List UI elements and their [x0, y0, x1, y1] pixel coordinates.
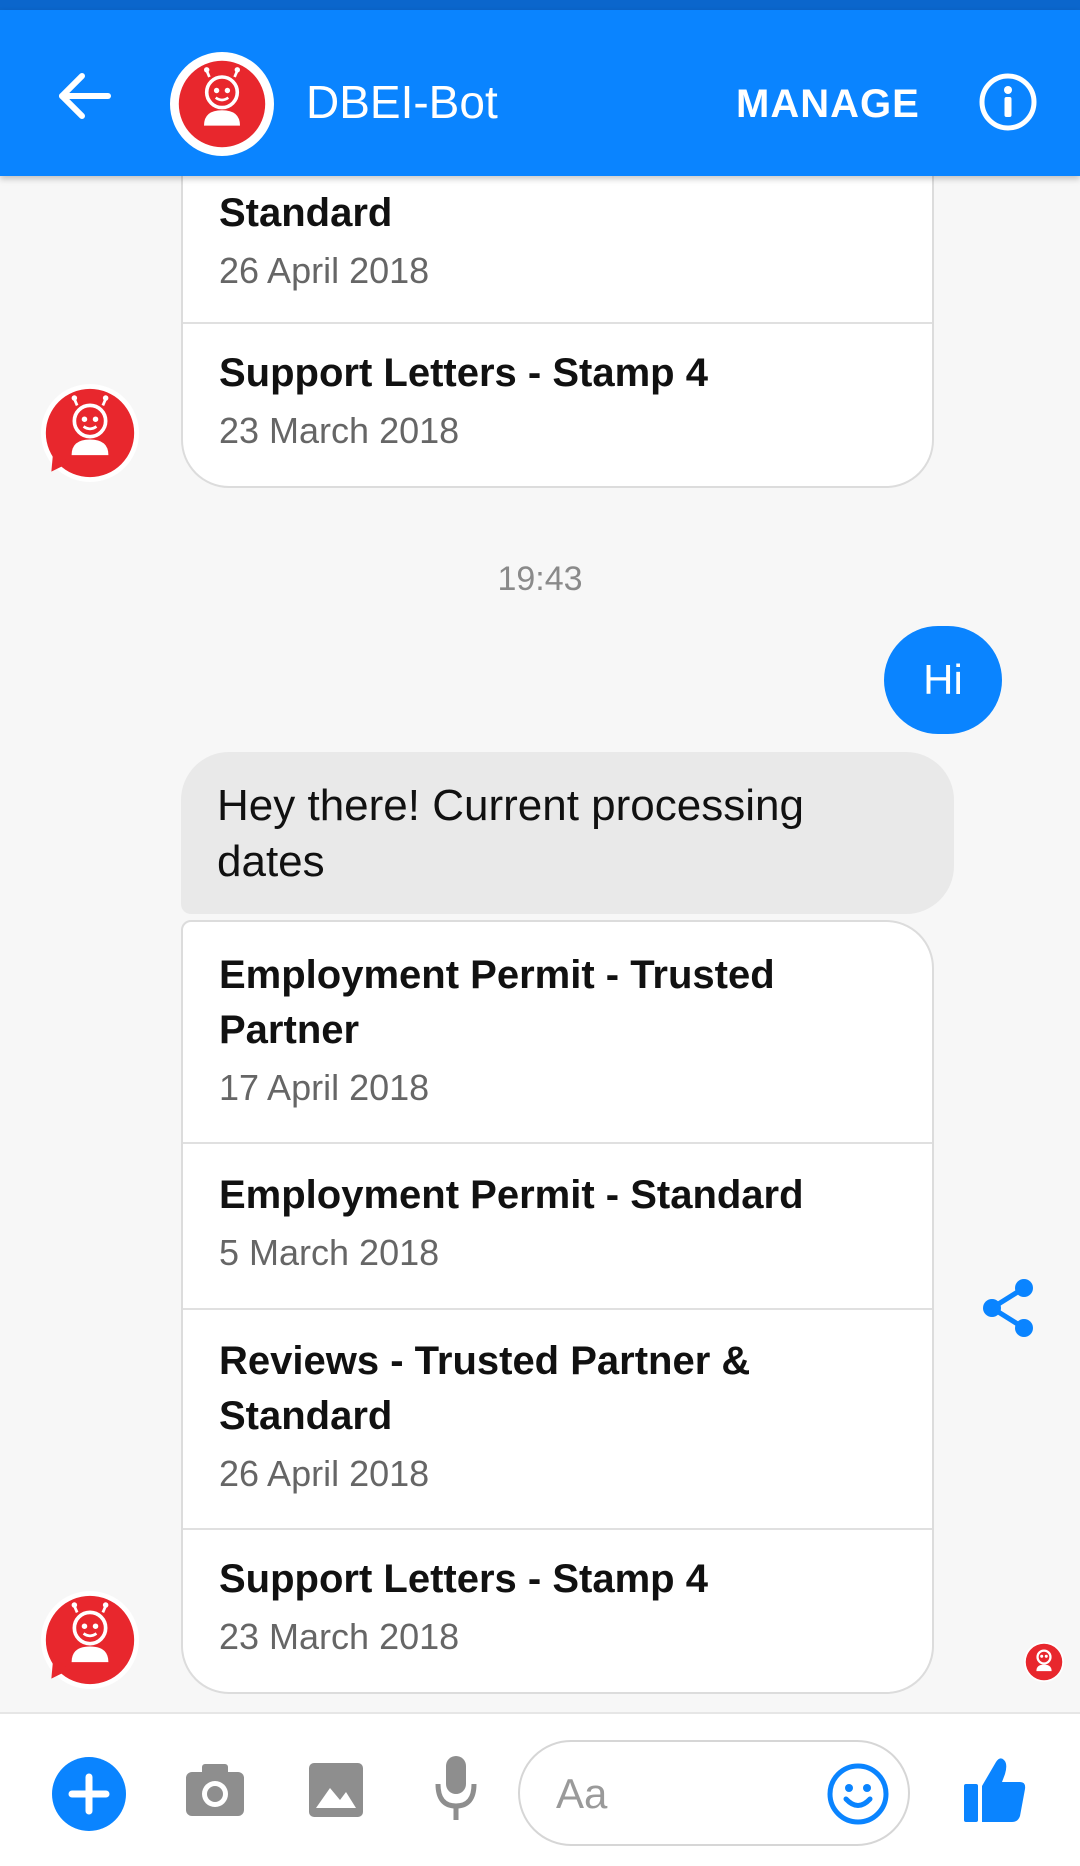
processing-dates-card-earlier: Standard 26 April 2018 Support Letters -… — [181, 170, 934, 488]
app-bar: DBEI-Bot MANAGE — [0, 10, 1080, 176]
back-arrow-icon[interactable] — [52, 64, 116, 128]
microphone-icon[interactable] — [432, 1754, 480, 1826]
plus-icon[interactable] — [52, 1757, 126, 1831]
message-timestamp: 19:43 — [497, 560, 583, 598]
card-item-title: Standard — [219, 191, 393, 235]
card-item[interactable]: Support Letters - Stamp 4 23 March 2018 — [183, 1528, 932, 1692]
card-item-date: 5 March 2018 — [219, 1232, 440, 1273]
message-composer: Aa — [0, 1712, 1080, 1866]
conversation-title[interactable]: DBEI-Bot — [306, 72, 498, 132]
card-item-title: Support Letters - Stamp 4 — [219, 351, 708, 395]
info-icon[interactable] — [978, 72, 1038, 132]
card-item[interactable]: Employment Permit - Trusted Partner 17 A… — [183, 922, 932, 1142]
card-item[interactable]: Reviews - Trusted Partner & Standard 26 … — [183, 1308, 932, 1528]
card-item-date: 26 April 2018 — [219, 250, 430, 291]
card-item-title: Support Letters - Stamp 4 — [219, 1557, 708, 1601]
card-item-date: 26 April 2018 — [219, 1453, 430, 1494]
message-input[interactable]: Aa — [518, 1740, 910, 1846]
camera-icon[interactable] — [184, 1762, 246, 1820]
share-icon[interactable] — [980, 1278, 1036, 1338]
image-icon[interactable] — [308, 1762, 364, 1818]
card-item-date: 23 March 2018 — [219, 410, 460, 451]
thumbs-up-icon[interactable] — [962, 1754, 1028, 1824]
card-item[interactable]: Standard 26 April 2018 — [183, 170, 932, 322]
bot-avatar-icon[interactable] — [170, 52, 274, 156]
smiley-icon[interactable] — [826, 1762, 890, 1826]
seen-indicator-icon — [1024, 1642, 1064, 1682]
card-item-title: Employment Permit - Trusted Partner — [219, 953, 775, 1052]
bot-avatar-icon[interactable] — [41, 384, 139, 482]
card-item[interactable]: Employment Permit - Standard 5 March 201… — [183, 1142, 932, 1308]
bot-message-bubble[interactable]: Hey there! Current processing dates — [181, 752, 954, 914]
card-item-title: Reviews - Trusted Partner & Standard — [219, 1339, 751, 1438]
manage-button[interactable]: MANAGE — [736, 76, 920, 132]
conversation[interactable]: Standard 26 April 2018 Support Letters -… — [0, 0, 1080, 1712]
user-message-bubble[interactable]: Hi — [884, 626, 1002, 734]
message-input-placeholder: Aa — [556, 1770, 608, 1817]
card-item-date: 23 March 2018 — [219, 1616, 460, 1657]
card-item-title: Employment Permit - Standard — [219, 1173, 804, 1217]
card-item[interactable]: Support Letters - Stamp 4 23 March 2018 — [183, 322, 932, 486]
processing-dates-card: Employment Permit - Trusted Partner 17 A… — [181, 920, 934, 1694]
card-item-date: 17 April 2018 — [219, 1067, 430, 1108]
bot-avatar-icon[interactable] — [41, 1591, 139, 1689]
